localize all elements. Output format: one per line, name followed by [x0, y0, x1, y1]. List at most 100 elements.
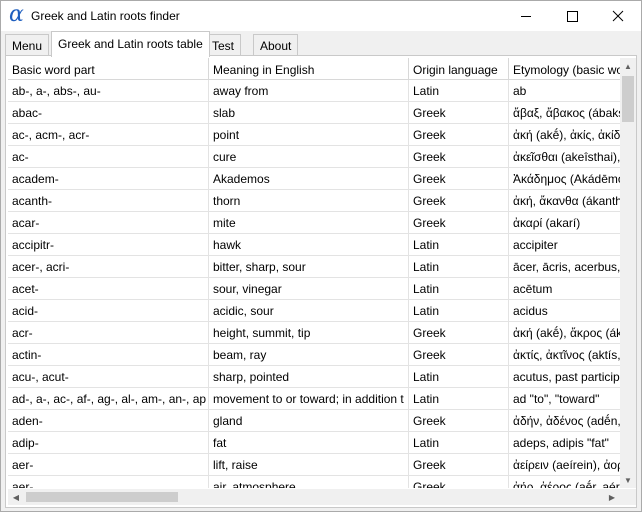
cell-etymology[interactable]: ab	[509, 80, 620, 102]
cell-word-part[interactable]: acu-, acut-	[8, 366, 209, 388]
table-row[interactable]: aden-gland Greek ἀδήν, ἀδένος (adḗn,	[8, 410, 620, 432]
vertical-scrollbar[interactable]: ▲ ▼	[620, 58, 636, 488]
cell-word-part[interactable]: aer-	[8, 454, 209, 476]
cell-origin[interactable]: Latin	[409, 256, 509, 278]
table-row[interactable]: ab-, a-, abs-, au-away from Latin ab	[8, 80, 620, 102]
cell-word-part[interactable]: abac-	[8, 102, 209, 124]
cell-etymology[interactable]: ἀείρειν (aeírein), ἀορ	[509, 454, 620, 476]
roots-table[interactable]: Basic word part Meaning in English Origi…	[8, 58, 620, 488]
table-row[interactable]: acu-, acut-sharp, pointed Latin acutus, pa…	[8, 366, 620, 388]
cell-origin[interactable]: Greek	[409, 454, 509, 476]
table-row[interactable]: accipitr-hawk Latin accipiter	[8, 234, 620, 256]
column-header-word-part[interactable]: Basic word part	[8, 58, 209, 80]
cell-etymology[interactable]: ad "to", "toward"	[509, 388, 620, 410]
cell-meaning[interactable]: lift, raise	[209, 454, 409, 476]
cell-etymology[interactable]: accipiter	[509, 234, 620, 256]
tab-menu[interactable]: Menu	[5, 34, 50, 56]
table-row[interactable]: ac-, acm-, acr-point Greek ἀκή (akḗ), ἀκίς…	[8, 124, 620, 146]
cell-etymology[interactable]: ἀήρ, ἀέρος (aḗr, aér	[509, 476, 620, 488]
maximize-button[interactable]	[549, 1, 595, 31]
scroll-down-icon[interactable]: ▼	[620, 472, 636, 488]
cell-word-part[interactable]: acet-	[8, 278, 209, 300]
scroll-right-icon[interactable]: ▶	[604, 489, 620, 505]
cell-word-part[interactable]: academ-	[8, 168, 209, 190]
cell-etymology[interactable]: acutus, past participl	[509, 366, 620, 388]
cell-etymology[interactable]: ἀκτίς, ἀκτῖνος (aktís,	[509, 344, 620, 366]
cell-meaning[interactable]: point	[209, 124, 409, 146]
cell-origin[interactable]: Greek	[409, 124, 509, 146]
title-bar[interactable]: α Greek and Latin roots finder	[1, 1, 641, 31]
cell-word-part[interactable]: acar-	[8, 212, 209, 234]
horizontal-scrollbar[interactable]: ◀ ▶	[8, 489, 620, 505]
cell-word-part[interactable]: aer-	[8, 476, 209, 488]
cell-meaning[interactable]: movement to or toward; in addition t	[209, 388, 409, 410]
cell-meaning[interactable]: sour, vinegar	[209, 278, 409, 300]
cell-origin[interactable]: Latin	[409, 278, 509, 300]
cell-etymology[interactable]: adeps, adipis "fat"	[509, 432, 620, 454]
cell-meaning[interactable]: fat	[209, 432, 409, 454]
cell-origin[interactable]: Latin	[409, 388, 509, 410]
table-row[interactable]: acanth-thorn Greek ἀκή, ἄκανθα (ákanth	[8, 190, 620, 212]
cell-word-part[interactable]: acr-	[8, 322, 209, 344]
cell-word-part[interactable]: acid-	[8, 300, 209, 322]
horizontal-scroll-thumb[interactable]	[26, 492, 178, 502]
cell-meaning[interactable]: away from	[209, 80, 409, 102]
cell-origin[interactable]: Greek	[409, 212, 509, 234]
cell-meaning[interactable]: gland	[209, 410, 409, 432]
cell-etymology[interactable]: ἀκή, ἄκανθα (ákanth	[509, 190, 620, 212]
cell-meaning[interactable]: hawk	[209, 234, 409, 256]
table-row[interactable]: actin-beam, ray Greek ἀκτίς, ἀκτῖνος (aktí…	[8, 344, 620, 366]
column-header-etymology[interactable]: Etymology (basic wo	[509, 58, 620, 80]
cell-meaning[interactable]: thorn	[209, 190, 409, 212]
cell-etymology[interactable]: ἀκεῖσθαι (akeîsthai),	[509, 146, 620, 168]
table-row[interactable]: academ- Akademos Greek Ἀκάδημος (Akádēmo	[8, 168, 620, 190]
cell-etymology[interactable]: acētum	[509, 278, 620, 300]
cell-word-part[interactable]: accipitr-	[8, 234, 209, 256]
table-row[interactable]: acid-acidic, sour Latin acidus	[8, 300, 620, 322]
cell-word-part[interactable]: acer-, acri-	[8, 256, 209, 278]
cell-origin[interactable]: Greek	[409, 146, 509, 168]
table-row[interactable]: acar-mite Greek ἀκαρί (akarí)	[8, 212, 620, 234]
tab-about[interactable]: About	[253, 34, 299, 56]
cell-word-part[interactable]: actin-	[8, 344, 209, 366]
minimize-button[interactable]	[503, 1, 549, 31]
cell-origin[interactable]: Greek	[409, 102, 509, 124]
table-row[interactable]: abac-slab Greek ἄβαξ, ἄβακος (ábaks	[8, 102, 620, 124]
table-row[interactable]: acet-sour, vinegar Latin acētum	[8, 278, 620, 300]
cell-origin[interactable]: Greek	[409, 322, 509, 344]
cell-etymology[interactable]: acidus	[509, 300, 620, 322]
cell-origin[interactable]: Latin	[409, 366, 509, 388]
cell-word-part[interactable]: ad-, a-, ac-, af-, ag-, al-, am-, an-, a…	[8, 388, 209, 410]
close-button[interactable]	[595, 1, 641, 31]
cell-word-part[interactable]: acanth-	[8, 190, 209, 212]
cell-meaning[interactable]: mite	[209, 212, 409, 234]
cell-etymology[interactable]: Ἀκάδημος (Akádēmo	[509, 168, 620, 190]
cell-origin[interactable]: Latin	[409, 80, 509, 102]
cell-word-part[interactable]: ab-, a-, abs-, au-	[8, 80, 209, 102]
table-row[interactable]: acr-height, summit, tip Greek ἀκή (akḗ), ἄ…	[8, 322, 620, 344]
cell-meaning[interactable]: bitter, sharp, sour	[209, 256, 409, 278]
cell-origin[interactable]: Greek	[409, 476, 509, 488]
tab-test[interactable]: Test	[205, 34, 242, 56]
cell-word-part[interactable]: aden-	[8, 410, 209, 432]
table-row[interactable]: adip-fat Latin adeps, adipis "fat"	[8, 432, 620, 454]
cell-etymology[interactable]: ἀκαρί (akarí)	[509, 212, 620, 234]
cell-etymology[interactable]: ἄβαξ, ἄβακος (ábaks	[509, 102, 620, 124]
scroll-left-icon[interactable]: ◀	[8, 489, 24, 505]
cell-meaning[interactable]: height, summit, tip	[209, 322, 409, 344]
table-row[interactable]: aer-air, atmosphere Greek ἀήρ, ἀέρος (aḗr,…	[8, 476, 620, 488]
table-row[interactable]: acer-, acri-bitter, sharp, sour Latin ācer…	[8, 256, 620, 278]
cell-meaning[interactable]: Akademos	[209, 168, 409, 190]
cell-word-part[interactable]: ac-, acm-, acr-	[8, 124, 209, 146]
cell-meaning[interactable]: slab	[209, 102, 409, 124]
cell-word-part[interactable]: ac-	[8, 146, 209, 168]
cell-origin[interactable]: Latin	[409, 300, 509, 322]
cell-meaning[interactable]: sharp, pointed	[209, 366, 409, 388]
column-header-meaning[interactable]: Meaning in English	[209, 58, 409, 80]
tab-roots-table[interactable]: Greek and Latin roots table	[51, 31, 210, 57]
cell-meaning[interactable]: cure	[209, 146, 409, 168]
cell-meaning[interactable]: acidic, sour	[209, 300, 409, 322]
cell-meaning[interactable]: beam, ray	[209, 344, 409, 366]
cell-origin[interactable]: Greek	[409, 190, 509, 212]
cell-origin[interactable]: Latin	[409, 234, 509, 256]
